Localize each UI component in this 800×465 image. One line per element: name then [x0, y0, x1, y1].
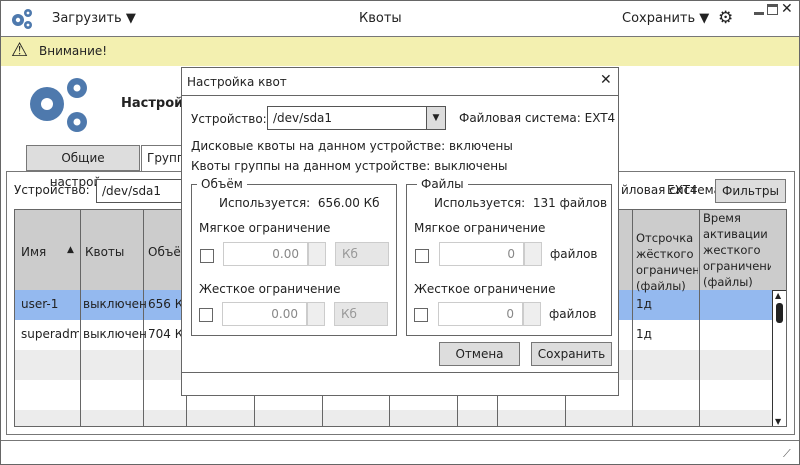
chevron-down-icon: ▼ — [699, 11, 710, 26]
group-quotas-status: Квоты группы на данном устройстве: выклю… — [191, 159, 508, 173]
resize-grip-icon[interactable]: ⟋ — [783, 447, 791, 461]
sort-asc-icon: ▲ — [67, 245, 74, 255]
cell-grace: 1д — [636, 327, 652, 341]
files-soft-unit: файлов — [550, 247, 598, 261]
quota-settings-dialog: Настройка квот ✕ Устройство: /dev/sda1 ▼… — [181, 67, 619, 396]
window-title: Квоты — [359, 11, 402, 26]
dialog-device-label: Устройство: — [191, 112, 267, 126]
device-label: Устройство: — [14, 183, 90, 197]
disk-quotas-value: включены — [448, 139, 513, 153]
volume-soft-input[interactable]: 0.00 — [223, 242, 308, 266]
files-hard-input[interactable]: 0 — [438, 302, 523, 326]
col-name-label: Имя — [21, 245, 47, 259]
dialog-close-icon[interactable]: ✕ — [600, 72, 612, 88]
volume-hard-label: Жесткое ограничение — [199, 282, 341, 296]
column-header-activation-files[interactable]: Время активации жесткого ограничения (фа… — [703, 210, 771, 290]
scroll-thumb[interactable] — [776, 303, 783, 323]
column-header-quotas[interactable]: Квоты — [85, 245, 124, 259]
warning-bar: ⚠ Внимание! — [1, 37, 799, 66]
volume-soft-label: Мягкое ограничение — [199, 221, 331, 235]
files-soft-spinner[interactable] — [524, 242, 542, 266]
volume-used-label: Используется: — [219, 196, 311, 210]
files-hard-spinner[interactable] — [523, 302, 541, 326]
dialog-title: Настройка квот — [187, 75, 287, 89]
title-bar: Загрузить ▼ Квоты Сохранить ▼ ⚙ ✕ — [1, 1, 799, 37]
group-quotas-label: Квоты группы на данном устройстве: — [191, 159, 431, 173]
filters-button[interactable]: Фильтры — [715, 179, 786, 203]
chevron-down-icon[interactable]: ▼ — [426, 107, 445, 129]
status-bar-divider — [1, 440, 799, 441]
warning-text: Внимание! — [39, 44, 108, 58]
disk-quotas-status: Дисковые квоты на данном устройстве: вкл… — [191, 139, 513, 153]
volume-soft-spinner[interactable] — [308, 242, 326, 266]
files-hard-label: Жесткое ограничение — [414, 282, 556, 296]
group-quotas-value: выключены — [434, 159, 508, 173]
volume-hard-input[interactable]: 0.00 — [222, 302, 307, 326]
files-hard-checkbox[interactable] — [414, 308, 428, 322]
volume-legend: Объём — [197, 177, 247, 191]
warning-icon: ⚠ — [11, 39, 29, 61]
cell-quota: выключен — [83, 297, 147, 311]
volume-soft-unit-select[interactable]: Кб — [335, 242, 389, 266]
save-button[interactable]: Сохранить — [531, 342, 612, 366]
cell-name: superadmin — [21, 327, 79, 341]
settings-gear-icon[interactable]: ⚙ — [718, 8, 733, 28]
cancel-button[interactable]: Отмена — [439, 342, 520, 366]
close-icon[interactable]: ✕ — [781, 1, 793, 17]
files-soft-label: Мягкое ограничение — [414, 221, 546, 235]
volume-hard-spinner[interactable] — [307, 302, 325, 326]
volume-used-value: 656.00 Кб — [317, 196, 380, 210]
tab-general-settings[interactable]: Общие настройки — [26, 145, 140, 189]
minimize-icon[interactable] — [754, 12, 764, 15]
cell-name: user-1 — [21, 297, 59, 311]
table-row-empty — [15, 410, 772, 426]
volume-hard-unit-select[interactable]: Кб — [334, 302, 388, 326]
maximize-icon[interactable] — [767, 4, 778, 15]
volume-soft-checkbox[interactable] — [200, 249, 214, 263]
files-soft-checkbox[interactable] — [415, 249, 429, 263]
files-hard-unit: файлов — [549, 307, 597, 321]
volume-used: Используется: 656.00 Кб — [219, 196, 380, 210]
chevron-down-icon: ▼ — [125, 11, 136, 26]
dialog-fs-value: EXT4 — [584, 111, 616, 125]
disk-quotas-label: Дисковые квоты на данном устройстве: — [191, 139, 446, 153]
dialog-fs: Файловая система: EXT4 — [459, 111, 615, 125]
files-soft-input[interactable]: 0 — [439, 242, 524, 266]
fs-value: EXT4 — [667, 183, 698, 197]
files-used: Используется: 131 файлов — [434, 196, 607, 210]
files-used-label: Используется: — [434, 196, 526, 210]
scroll-down-icon[interactable]: ▼ — [775, 417, 781, 426]
save-menu-label: Сохранить — [622, 11, 696, 26]
page-title: Настройки квот — [121, 96, 181, 111]
files-legend: Файлы — [417, 177, 468, 191]
cell-grace: 1д — [636, 297, 652, 311]
app-gears-icon — [12, 9, 32, 29]
load-menu[interactable]: Загрузить ▼ — [52, 11, 136, 26]
scroll-up-icon[interactable]: ▲ — [775, 291, 781, 300]
files-used-value: 131 файлов — [532, 196, 608, 210]
dialog-footer-divider — [182, 372, 618, 373]
column-header-volume[interactable]: Объём — [148, 245, 184, 259]
dialog-device-value: /dev/sda1 — [273, 111, 333, 125]
dialog-fs-label: Файловая система: — [459, 111, 581, 125]
dialog-device-select[interactable]: /dev/sda1 ▼ — [267, 106, 446, 130]
column-header-name[interactable]: Имя ▲ — [21, 245, 74, 259]
cell-quota: выключен — [83, 327, 147, 341]
volume-hard-checkbox[interactable] — [199, 308, 213, 322]
dialog-title-bar: Настройка квот ✕ — [182, 68, 618, 96]
load-label: Загрузить — [52, 11, 122, 26]
save-menu[interactable]: Сохранить ▼ — [622, 11, 709, 26]
header-gears-icon — [30, 78, 87, 132]
column-header-grace-files[interactable]: Отсрочка жёсткого ограничения (файлы) — [636, 230, 698, 294]
vertical-scrollbar[interactable]: ▲ ▼ — [772, 290, 786, 426]
